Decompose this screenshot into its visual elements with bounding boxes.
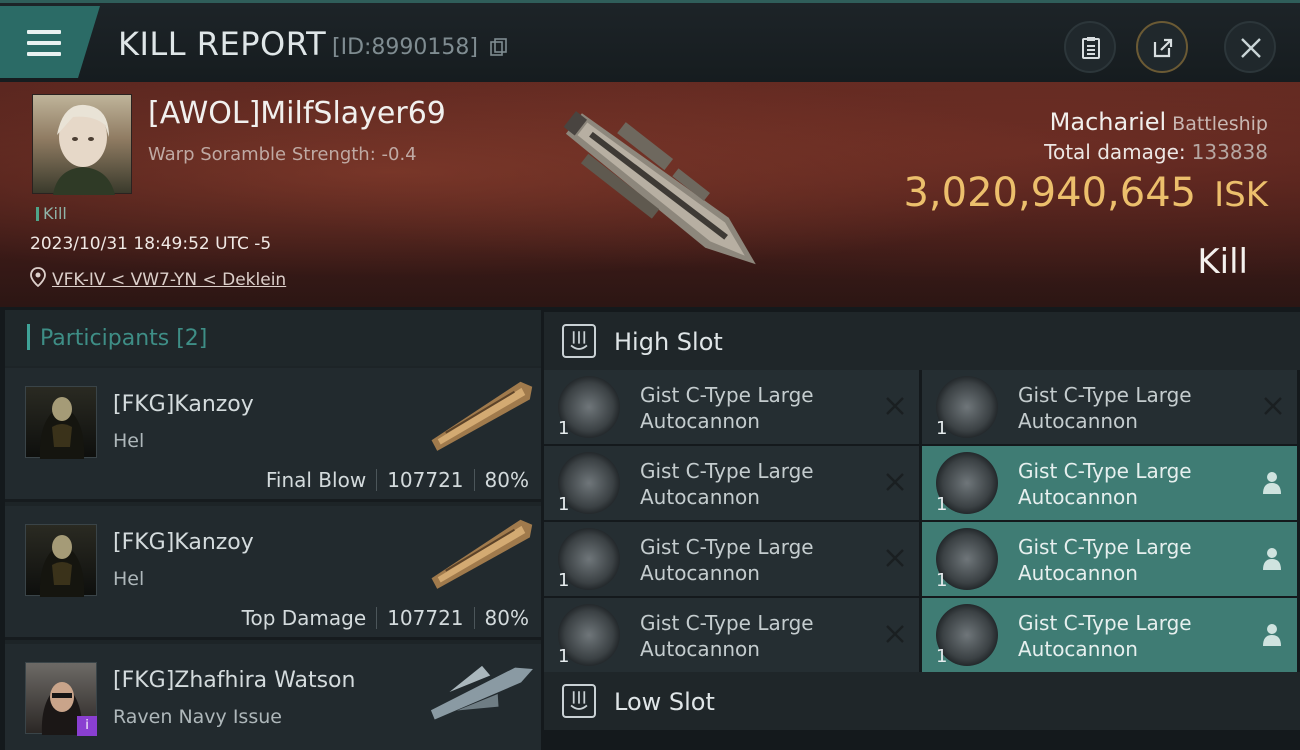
- module-name: Gist C-Type Large Autocannon: [640, 383, 814, 433]
- participants-header: Participants [2]: [5, 310, 541, 366]
- participant-role: Top Damage: [241, 606, 367, 630]
- module-slot[interactable]: 1 Gist C-Type Large Autocannon: [544, 522, 919, 596]
- location-link[interactable]: VFK-IV < VW7-YN < Deklein: [30, 267, 286, 290]
- module-quantity: 1: [558, 494, 570, 515]
- dropped-person-icon: [1263, 624, 1281, 646]
- page-title: KILL REPORT: [118, 25, 327, 63]
- report-id: [ID:8990158]: [332, 35, 478, 60]
- warp-scramble-text: Warp Soramble Strength: -0.4: [148, 144, 417, 165]
- participant-damage: 107721: [387, 468, 464, 492]
- copy-icon[interactable]: [490, 38, 508, 56]
- high-slot-title: High Slot: [614, 328, 723, 356]
- victim-avatar[interactable]: [32, 94, 132, 195]
- isk-amount: 3,020,940,645: [903, 170, 1197, 216]
- module-name: Gist C-Type Large Autocannon: [1018, 535, 1192, 585]
- victim-ship[interactable]: Machariel Battleship: [1050, 108, 1268, 136]
- module-name: Gist C-Type Large Autocannon: [1018, 611, 1192, 661]
- participant-ship-image: [430, 665, 533, 720]
- clipboard-button[interactable]: [1064, 21, 1116, 73]
- high-slot-header[interactable]: High Slot: [544, 312, 1300, 370]
- participant-name: [FKG]Kanzoy: [113, 392, 254, 417]
- module-name: Gist C-Type Large Autocannon: [1018, 459, 1192, 509]
- ship-class: Battleship: [1172, 113, 1268, 135]
- module-quantity: 1: [558, 646, 570, 667]
- total-damage-label: Total damage:: [1044, 140, 1186, 164]
- total-damage: Total damage: 133838: [1044, 140, 1268, 164]
- dropped-person-icon: [1263, 548, 1281, 570]
- participant-percent: 80%: [484, 606, 529, 630]
- participant-ship-image: [431, 519, 533, 589]
- participant-row[interactable]: [FKG]Kanzoy Hel Top Damage 107721 80%: [5, 506, 541, 640]
- participant-stats: Top Damage 107721 80%: [242, 606, 529, 630]
- header-bar: KILL REPORT [ID:8990158]: [0, 0, 1300, 82]
- dropped-person-icon: [1263, 472, 1281, 494]
- high-slot-icon: [562, 324, 596, 358]
- victim-ship-image: [563, 111, 756, 265]
- module-slot[interactable]: 1 Gist C-Type Large Autocannon: [922, 446, 1297, 520]
- module-quantity: 1: [936, 570, 948, 591]
- participant-stats: Final Blow 107721 80%: [266, 468, 529, 492]
- module-name: Gist C-Type Large Autocannon: [640, 535, 814, 585]
- destroyed-icon: [886, 625, 904, 643]
- participant-ship: Raven Navy Issue: [113, 706, 282, 728]
- info-badge: i: [77, 716, 97, 736]
- close-button[interactable]: [1224, 21, 1276, 73]
- module-slot[interactable]: 1 Gist C-Type Large Autocannon: [544, 598, 919, 672]
- module-slot[interactable]: 1 Gist C-Type Large Autocannon: [922, 522, 1297, 596]
- participant-row[interactable]: i [FKG]Zhafhira Watson Raven Navy Issue: [5, 644, 541, 750]
- low-slot-title: Low Slot: [614, 688, 715, 716]
- module-name: Gist C-Type Large Autocannon: [640, 611, 814, 661]
- destroyed-icon: [886, 549, 904, 567]
- module-slot[interactable]: 1 Gist C-Type Large Autocannon: [544, 370, 919, 444]
- location-text: VFK-IV < VW7-YN < Deklein: [52, 270, 287, 290]
- destroyed-icon: [1264, 397, 1282, 415]
- participant-avatar[interactable]: [25, 524, 97, 597]
- clipboard-icon: [1082, 37, 1100, 59]
- result-label: Kill: [1197, 242, 1248, 282]
- module-quantity: 1: [558, 570, 570, 591]
- module-quantity: 1: [936, 494, 948, 515]
- kill-tag: Kill: [36, 204, 67, 223]
- close-icon: [1241, 38, 1261, 58]
- participant-role: Final Blow: [265, 468, 367, 492]
- module-slot[interactable]: 1 Gist C-Type Large Autocannon: [544, 446, 919, 520]
- low-slot-icon: [562, 684, 596, 718]
- participant-name: [FKG]Kanzoy: [113, 530, 254, 555]
- participant-name: [FKG]Zhafhira Watson: [113, 668, 356, 693]
- module-quantity: 1: [558, 418, 570, 439]
- participant-ship: Hel: [113, 430, 145, 452]
- module-quantity: 1: [936, 646, 948, 667]
- module-slot[interactable]: 1 Gist C-Type Large Autocannon: [922, 370, 1297, 444]
- kill-timestamp: 2023/10/31 18:49:52 UTC -5: [30, 234, 272, 254]
- share-button[interactable]: [1136, 21, 1188, 73]
- isk-unit: ISK: [1214, 175, 1268, 215]
- victim-name[interactable]: [AWOL]MilfSlayer69: [148, 96, 446, 131]
- participants-panel: Participants [2] [FKG]Kanzoy Hel Final B…: [5, 310, 541, 750]
- victim-banner: [AWOL]MilfSlayer69 Warp Soramble Strengt…: [0, 82, 1300, 307]
- low-slot-header[interactable]: Low Slot: [544, 672, 1300, 730]
- menu-button[interactable]: [0, 6, 100, 78]
- hamburger-icon: [27, 30, 61, 58]
- module-slot[interactable]: 1 Gist C-Type Large Autocannon: [922, 598, 1297, 672]
- participant-ship: Hel: [113, 568, 145, 590]
- isk-value: 3,020,940,645 ISK: [903, 170, 1268, 216]
- participants-title: Participants [2]: [27, 324, 207, 351]
- location-pin-icon: [30, 267, 46, 287]
- participant-ship-image: [431, 381, 533, 451]
- module-quantity: 1: [936, 418, 948, 439]
- participant-damage: 107721: [387, 606, 464, 630]
- participant-row[interactable]: [FKG]Kanzoy Hel Final Blow 107721 80%: [5, 368, 541, 502]
- module-name: Gist C-Type Large Autocannon: [640, 459, 814, 509]
- total-damage-value: 133838: [1191, 140, 1268, 164]
- destroyed-icon: [886, 397, 904, 415]
- module-name: Gist C-Type Large Autocannon: [1018, 383, 1192, 433]
- ship-name: Machariel: [1049, 108, 1167, 136]
- destroyed-icon: [886, 473, 904, 491]
- share-icon: [1153, 38, 1173, 58]
- participant-avatar[interactable]: [25, 386, 97, 459]
- participant-percent: 80%: [484, 468, 529, 492]
